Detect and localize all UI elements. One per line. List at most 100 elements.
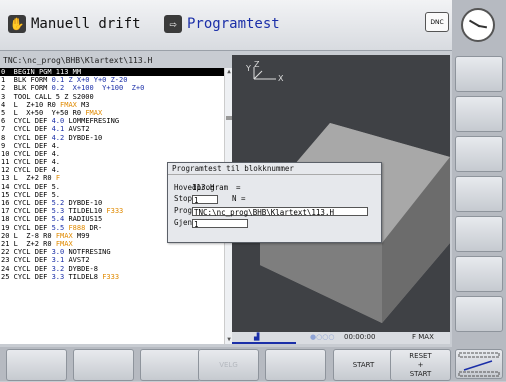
side-softkey-2[interactable]: [455, 96, 503, 132]
line-token: CYCL DEF: [13, 264, 52, 273]
mode-manual-tab[interactable]: ✋ Manuell drift: [8, 12, 141, 36]
softkey-reset-line1: RESET: [409, 351, 432, 360]
softkey-2[interactable]: [73, 349, 134, 381]
side-softkey-7[interactable]: [455, 296, 503, 332]
line-token: M99: [72, 231, 90, 240]
line-token: CYCL DEF: [13, 223, 52, 232]
line-token: 5.3: [51, 207, 65, 216]
program-line[interactable]: 9 CYCL DEF 4.: [0, 142, 224, 150]
line-token: L Z+2 R0: [13, 174, 56, 183]
line-token: CYCL DEF 4.: [13, 158, 61, 167]
program-line[interactable]: 25 CYCL DEF 3.3 TILDEL8 F333: [0, 273, 224, 281]
override-slider-icon: [458, 352, 500, 377]
softkey-reset-start[interactable]: RESET + START: [390, 349, 451, 381]
line-number: 1: [1, 76, 14, 85]
side-softkey-3[interactable]: [455, 136, 503, 172]
line-number: 12: [1, 166, 14, 175]
line-number: 16: [1, 199, 14, 207]
line-token: 5.2: [51, 199, 65, 207]
line-number: 25: [1, 272, 14, 281]
line-token: CYCL DEF: [13, 133, 52, 142]
line-token: 5.4: [51, 215, 65, 224]
line-token: CYCL DEF: [13, 207, 52, 216]
line-number: 0: [1, 68, 14, 76]
side-softkey-6[interactable]: [455, 256, 503, 292]
line-token: 0.1 Z X+0 Y+0 Z-20: [51, 76, 128, 85]
line-token: F333: [102, 272, 120, 281]
program-line[interactable]: 23 CYCL DEF 3.1 AVST2: [0, 256, 224, 264]
program-line[interactable]: 6 CYCL DEF 4.0 LOMMEFRESING: [0, 117, 224, 125]
softkey-start[interactable]: START: [333, 349, 394, 381]
main-program-eq: =: [236, 183, 241, 192]
program-line[interactable]: 24 CYCL DEF 3.2 DYBDE-8: [0, 265, 224, 273]
line-token: CYCL DEF 5.: [13, 190, 61, 199]
elapsed-time: 00:00:00: [344, 333, 376, 341]
line-token: BLK FORM: [13, 84, 52, 93]
program-line[interactable]: 7 CYCL DEF 4.1 AVST2: [0, 125, 224, 133]
program-line[interactable]: 8 CYCL DEF 4.2 DYBDE-10: [0, 134, 224, 142]
line-token: 3.1: [51, 256, 65, 265]
line-token: F: [55, 174, 61, 183]
line-token: CYCL DEF 4.: [13, 141, 61, 150]
simulation-status-bar: ▟ ●○○○ 00:00:00 F MAX: [232, 332, 450, 344]
softkey-bar: VELG START RESET + START: [0, 347, 452, 381]
feed-display: F MAX: [412, 333, 434, 341]
repeat-input[interactable]: 1: [192, 219, 248, 229]
line-token: TOOL CALL 5 Z S2000: [13, 92, 94, 101]
mode-program-label: Programtest: [187, 16, 280, 32]
line-number: 7: [1, 125, 14, 134]
line-number: 20: [1, 231, 14, 240]
line-token: 0.2 X+100 Y+100 Z+0: [51, 84, 145, 93]
side-softkey-5[interactable]: [455, 216, 503, 252]
line-token: 3.2: [51, 264, 65, 273]
mode-program-tab[interactable]: ⇨ Programtest: [164, 12, 280, 36]
progress-indicator: [232, 342, 296, 344]
program-line[interactable]: 1 BLK FORM 0.1 Z X+0 Y+0 Z-20: [0, 76, 224, 84]
side-softkey-overrides[interactable]: [455, 349, 503, 379]
line-number: 23: [1, 256, 14, 265]
line-token: DR-: [85, 223, 103, 232]
program-line[interactable]: 5 L X+50 Y+50 R0 FMAX: [0, 109, 224, 117]
line-token: CYCL DEF: [13, 117, 52, 126]
line-token: FMAX: [55, 231, 73, 240]
line-token: AVST2: [64, 125, 90, 134]
softkey-1[interactable]: [6, 349, 67, 381]
line-token: CYCL DEF 5.: [13, 182, 61, 191]
line-token: L Z-8 R0: [13, 231, 56, 240]
program-input[interactable]: TNC:\nc_prog\BHB\Klartext\113.H: [192, 207, 368, 217]
line-token: 3.3: [51, 272, 65, 281]
line-token: BEGIN PGM 113 MM: [13, 68, 82, 76]
top-bar: ✋ Manuell drift ⇨ Programtest DNC: [0, 0, 452, 51]
line-token: 4.0: [51, 117, 65, 126]
softkey-3[interactable]: [140, 349, 201, 381]
line-token: 4.2: [51, 133, 65, 142]
clock-icon: [461, 8, 495, 42]
speed-indicator-icon: ●○○○: [310, 333, 335, 341]
line-token: 5.5: [51, 223, 65, 232]
stop-block-input[interactable]: 1: [192, 195, 218, 205]
side-softkey-1[interactable]: [455, 56, 503, 92]
dialog-title: Programtest til blokknummer: [168, 163, 381, 175]
line-token: CYCL DEF: [13, 248, 52, 257]
line-token: AVST2: [64, 256, 90, 265]
program-line[interactable]: 3 TOOL CALL 5 Z S2000: [0, 93, 224, 101]
dnc-button[interactable]: DNC: [425, 12, 449, 32]
line-token: CYCL DEF 4.: [13, 149, 61, 158]
program-path: TNC:\nc_prog\BHB\Klartext\113.H: [3, 56, 153, 65]
line-token: FMAX: [85, 108, 103, 117]
line-number: 6: [1, 117, 14, 126]
program-line[interactable]: 4 L Z+10 R0 FMAX M3: [0, 101, 224, 109]
softkey-velg[interactable]: VELG: [198, 349, 259, 381]
main-program-value: 113.H: [192, 183, 215, 192]
side-softkey-4[interactable]: [455, 176, 503, 212]
line-number: 21: [1, 239, 14, 248]
softkey-5[interactable]: [265, 349, 326, 381]
line-number: 11: [1, 158, 14, 167]
program-line[interactable]: 10 CYCL DEF 4.: [0, 150, 224, 158]
program-line[interactable]: 2 BLK FORM 0.2 X+100 Y+100 Z+0: [0, 84, 224, 92]
line-token: M3: [76, 100, 90, 109]
program-line[interactable]: 0 BEGIN PGM 113 MM: [0, 68, 224, 77]
program-line[interactable]: 22 CYCL DEF 3.0 NOTFRESING: [0, 248, 224, 256]
block-test-dialog: Programtest til blokknummer Hovedprogram…: [167, 162, 382, 243]
line-token: DYBDE-8: [64, 264, 98, 273]
